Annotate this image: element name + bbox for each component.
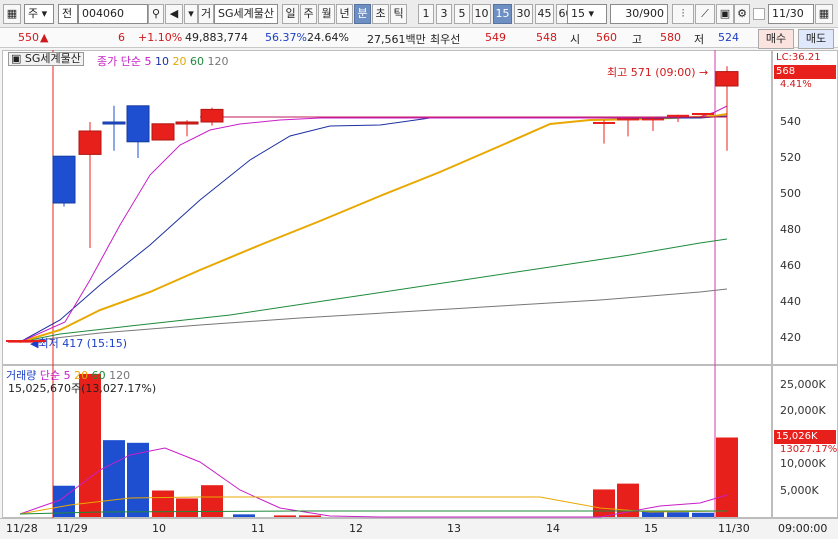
price-tick: 460 (780, 259, 801, 272)
current-volume-avg: 13027.17% (780, 444, 838, 455)
volume-bar (667, 512, 689, 517)
current-percent: 4.41% (780, 79, 812, 90)
volume-summary: 15,025,670주(13,027.17%) (8, 382, 157, 395)
price-tick: 500 (780, 187, 801, 200)
volume-bar (152, 490, 174, 517)
price-tick: 520 (780, 151, 801, 164)
price-tick: 440 (780, 295, 801, 308)
volume-tick: 5,000K (780, 483, 819, 497)
candle-body (692, 113, 714, 115)
price-tick: 420 (780, 331, 801, 344)
time-label: 11 (251, 522, 265, 535)
volume-bar (176, 498, 198, 517)
candle-body (151, 123, 175, 141)
time-label: 12 (349, 522, 363, 535)
time-label: 11/30 (718, 522, 750, 535)
ma5-line (19, 105, 728, 343)
time-label: 15 (644, 522, 658, 535)
candle-body (200, 108, 224, 123)
pane-icon: ▣ (11, 52, 22, 65)
volume-bar (716, 437, 738, 517)
candle-body (175, 121, 199, 125)
current-volume-tag: 15,026K (774, 430, 836, 444)
candle-body (617, 118, 639, 121)
ma10-line (19, 115, 728, 343)
volume-bar (299, 515, 321, 517)
high-note: 최고 571 (09:00) → (607, 66, 709, 79)
volume-bar (201, 485, 223, 517)
candle-body (102, 121, 126, 125)
volume-tick: 10,000K (780, 457, 826, 470)
lc-value: LC:36.21 (776, 52, 821, 63)
price-legend: 종가 단순 5 10 20 60 120 (97, 55, 229, 68)
candle-body (642, 118, 664, 121)
candle-body (715, 71, 739, 87)
volume-tick: 25,000K (780, 377, 826, 391)
volume-bar (233, 514, 255, 517)
price-tick: 480 (780, 223, 801, 236)
volume-bar (692, 512, 714, 517)
time-label: 13 (447, 522, 461, 535)
time-axis: 11/28 11/29 10 11 12 13 14 15 11/30 09:0… (0, 518, 838, 539)
current-price-tag: 568 (774, 65, 836, 79)
candle-body (667, 114, 689, 117)
time-label: 10 (152, 522, 166, 535)
volume-tick: 20,000K (780, 404, 826, 417)
time-axis-right: 09:00:00 (778, 522, 828, 535)
time-label: 11/29 (56, 522, 88, 535)
volume-bar (274, 515, 296, 517)
candle-body (78, 130, 102, 155)
low-note: ◀최저 417 (15:15) (30, 337, 127, 350)
time-label: 11/28 (6, 522, 38, 535)
volume-bar (103, 440, 125, 517)
chart-canvas (8, 50, 739, 518)
candle-body (52, 155, 76, 204)
price-pane-title[interactable]: ▣ SG세계물산 (8, 52, 84, 66)
ma20-line (19, 113, 728, 343)
price-tick: 540 (780, 115, 801, 128)
low-marker (6, 340, 46, 342)
ma60-line (19, 238, 728, 343)
candle-body (593, 122, 615, 124)
candle-body (126, 105, 150, 143)
volume-bar (593, 489, 615, 517)
volume-bar (127, 442, 149, 517)
time-label: 14 (546, 522, 560, 535)
